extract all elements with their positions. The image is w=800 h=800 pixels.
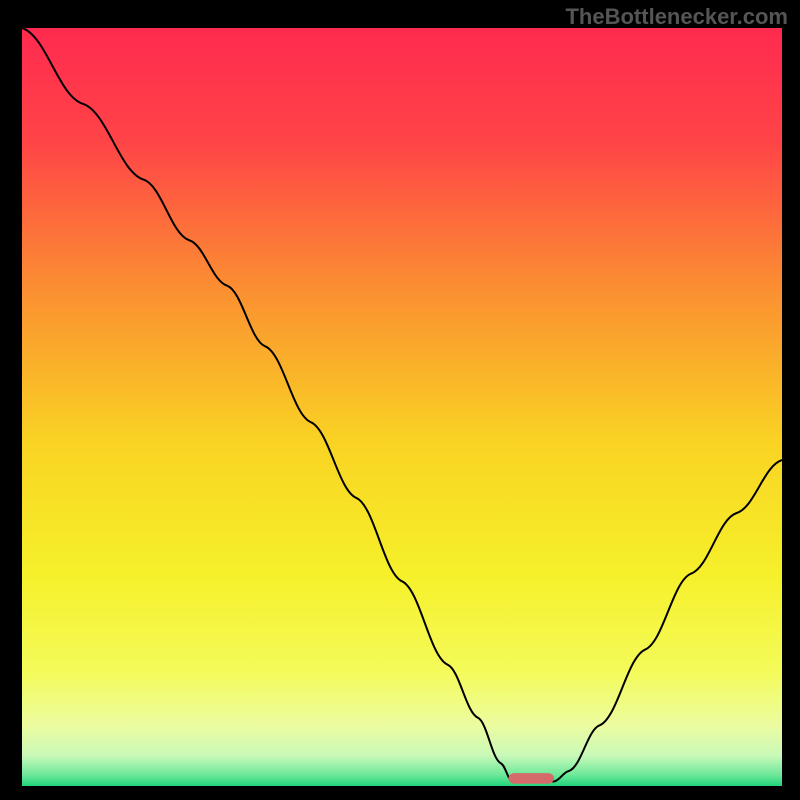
chart-svg (0, 0, 800, 800)
optimal-range-marker (508, 773, 554, 784)
plot-background (22, 28, 782, 786)
watermark-text: TheBottlenecker.com (565, 4, 788, 30)
chart-container (0, 0, 800, 800)
